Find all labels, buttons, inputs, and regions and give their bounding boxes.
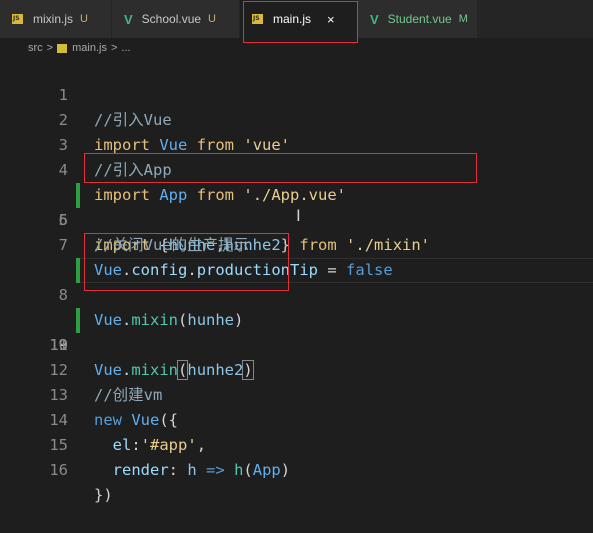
js-file-icon [252,14,263,24]
line-number: 16 [49,461,68,479]
editor-tab-bar: mixin.js U V School.vue U main.js × V St… [0,0,593,38]
code-line: 4 import App from './App.vue' [0,133,593,204]
code-line: 13 new Vue({ [0,358,593,429]
code-line: 11 [0,308,593,354]
code-editor[interactable]: 1 //引入Vue 2 import Vue from 'vue' 3 //引入… [0,58,593,504]
tab-mixin-js[interactable]: mixin.js U [0,0,112,38]
code-line: 1 //引入Vue [0,58,593,129]
parameter: h [187,461,197,479]
punctuation: ) [280,461,291,479]
code-line: 2 import Vue from 'vue' [0,83,593,154]
tab-label: mixin.js [33,12,74,26]
punctuation: : [168,461,179,479]
git-status-badge: U [208,13,216,25]
close-icon[interactable]: × [327,12,335,27]
text-cursor-icon: I [296,206,301,225]
breadcrumb: src > main.js > ... [0,38,593,58]
code-line: 3 //引入App [0,108,593,179]
identifier: App [252,461,281,479]
code-line: 15 render: h => h(App) [0,408,593,479]
tab-label: Student.vue [387,12,452,26]
tab-label: main.js [273,12,312,26]
breadcrumb-folder[interactable]: src [28,42,43,54]
code-line: 8 Vue.mixin(hunhe) [0,233,593,329]
breadcrumb-separator: > [46,42,54,54]
code-line: 16 }) [0,433,593,504]
git-status-badge: U [80,13,88,25]
git-status-badge: M [458,13,468,25]
tab-school-vue[interactable]: V School.vue U [112,0,240,38]
vue-file-icon: V [370,11,379,27]
breadcrumb-symbols[interactable]: ... [121,42,130,54]
code-line: 10 [0,283,593,354]
arrow-operator: => [206,461,225,479]
vue-file-icon: V [124,11,133,27]
tab-label: School.vue [141,12,202,26]
code-line: 6 //关闭Vue的生产提示 [0,183,593,254]
code-line: 12 //创建vm [0,333,593,404]
tab-student-vue[interactable]: V Student.vue M [358,0,478,38]
function-call: h [234,461,244,479]
code-line-current: 9 Vue.mixin(hunhe2) [0,258,593,380]
punctuation: ( [243,461,253,479]
code-line: 14 el:'#app', [0,383,593,454]
punctuation: }) [94,486,113,504]
current-line-highlight [80,258,593,283]
code-line: 5 import {hunhe,hunhe2} from './mixin' [0,158,593,254]
js-file-icon [57,43,68,53]
tab-main-js[interactable]: main.js × [240,0,358,38]
js-file-icon [12,14,23,24]
breadcrumb-file[interactable]: main.js [72,42,107,54]
property: render [112,461,169,479]
breadcrumb-separator: > [110,42,118,54]
